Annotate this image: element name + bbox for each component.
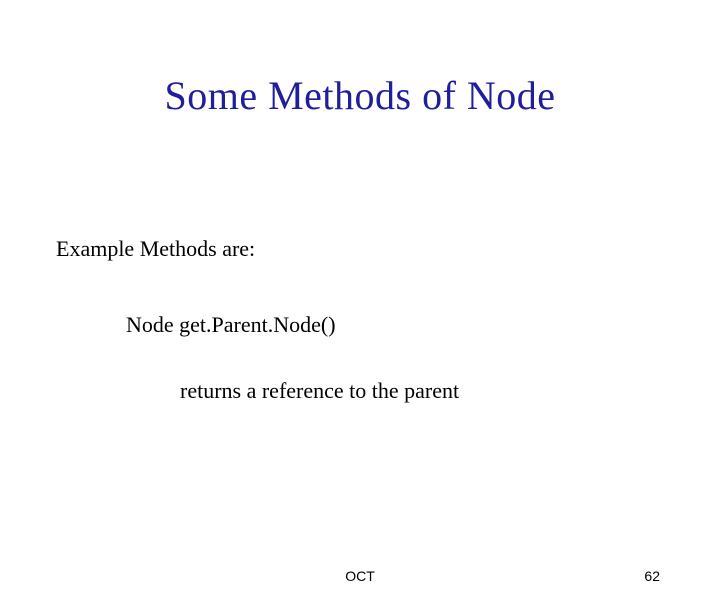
slide-title: Some Methods of Node — [0, 72, 720, 119]
footer-center-text: OCT — [345, 568, 375, 584]
method-description: returns a reference to the parent — [180, 378, 459, 404]
example-methods-label: Example Methods are: — [56, 236, 255, 262]
slide: Some Methods of Node Example Methods are… — [0, 72, 720, 612]
page-number: 62 — [644, 568, 660, 584]
method-signature: Node get.Parent.Node() — [126, 312, 336, 338]
